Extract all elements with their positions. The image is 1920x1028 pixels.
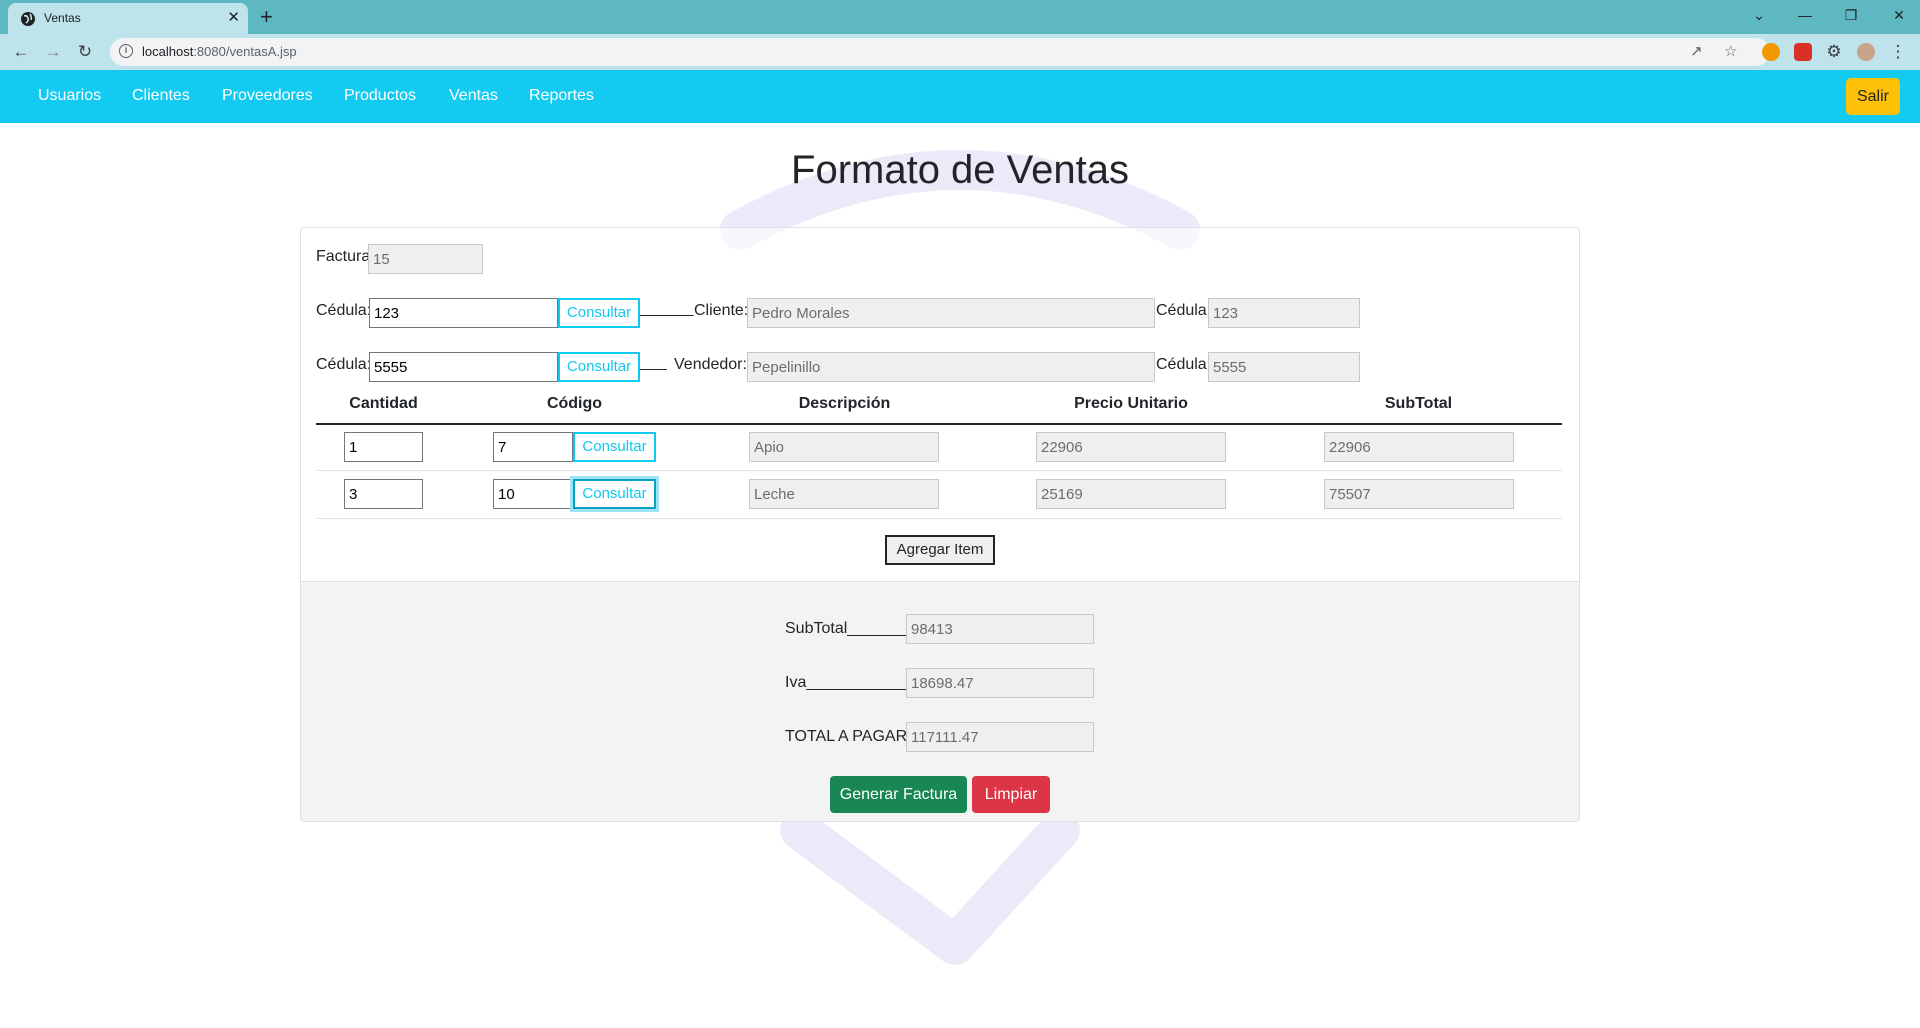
row1-precio-field [1036,432,1226,462]
generar-factura-button[interactable]: Generar Factura [830,776,967,813]
row1-codigo-input[interactable] [493,432,573,462]
share-icon[interactable]: ↗ [1690,42,1703,60]
iva-label: Iva____________: [785,674,918,691]
vendedor-separator: ___ [640,354,667,371]
subtotal-field [906,614,1094,644]
row2-subtotal-field [1324,479,1514,509]
close-window-icon[interactable]: ✕ [1884,4,1914,26]
row1-descripcion-field [749,432,939,462]
extensions-icon[interactable]: ⚙ [1822,40,1846,64]
row1-consultar-button[interactable]: Consultar [573,432,656,462]
info-icon[interactable]: i [119,44,133,58]
header-cantidad: Cantidad [349,395,418,412]
main-navbar: Usuarios Clientes Proveedores Productos … [0,70,1920,123]
vendedor-cedula2-label: Cédula: [1156,356,1212,373]
menu-icon[interactable]: ⋮ [1886,40,1910,64]
total-label: TOTAL A PAGAR: [785,728,912,745]
header-codigo: Código [546,395,603,412]
shield-icon[interactable] [1794,43,1812,61]
back-icon[interactable]: ← [9,40,33,64]
row2-descripcion-field [749,479,939,509]
nav-item-ventas[interactable]: Ventas [449,87,498,105]
close-tab-icon[interactable]: ✕ [227,8,240,26]
cliente-cedula-label: Cédula: [316,302,372,319]
browser-toolbar: ← → ↻ i localhost:8080/ventasA.jsp ↗ ☆ ⚙… [0,34,1920,70]
globe-icon [21,12,35,26]
row2-consultar-button[interactable]: Consultar [573,479,656,509]
reload-icon[interactable]: ↻ [73,40,97,64]
vendedor-cedula-input[interactable] [369,352,558,382]
factura-field [368,244,483,274]
star-icon[interactable]: ☆ [1724,42,1737,60]
nav-item-proveedores[interactable]: Proveedores [222,87,313,105]
vendedor-nombre-field [747,352,1155,382]
cliente-nombre-field [747,298,1155,328]
nav-item-usuarios[interactable]: Usuarios [38,87,101,105]
nav-item-clientes[interactable]: Clientes [132,87,190,105]
address-bar[interactable]: i localhost:8080/ventasA.jsp ↗ ☆ [110,38,1770,66]
consultar-cliente-button[interactable]: Consultar [558,298,640,328]
browser-tab[interactable]: Ventas ✕ [8,3,248,34]
header-descripcion: Descripción [798,395,891,412]
row-divider [316,518,1562,519]
cliente-separator: ______ [640,300,694,317]
cliente-cedula2-field [1208,298,1360,328]
total-field [906,722,1094,752]
agregar-item-button[interactable]: Agregar Item [885,535,995,565]
browser-tab-bar: Ventas ✕ + ⌄ — ❐ ✕ [0,0,1920,34]
row1-subtotal-field [1324,432,1514,462]
salir-button[interactable]: Salir [1846,78,1900,115]
header-subtotal: SubTotal [1384,395,1453,412]
row1-cantidad-input[interactable] [344,432,423,462]
cliente-cedula2-label: Cédula: [1156,302,1212,319]
subtotal-label: SubTotal_______: [785,620,914,637]
factura-label: Factura [316,248,371,265]
profile-avatar[interactable] [1857,43,1875,61]
vendedor-cedula2-field [1208,352,1360,382]
forward-icon[interactable]: → [41,40,65,64]
url-text[interactable]: localhost:8080/ventasA.jsp [142,44,297,59]
limpiar-button[interactable]: Limpiar [972,776,1050,813]
row2-precio-field [1036,479,1226,509]
tab-title: Ventas [44,11,81,25]
restore-icon[interactable]: ❐ [1836,4,1866,26]
page-title: Formato de Ventas [791,148,1129,192]
row-divider [316,470,1562,471]
nav-item-reportes[interactable]: Reportes [529,87,594,105]
row2-codigo-input[interactable] [493,479,573,509]
vendedor-cedula-label: Cédula: [316,356,372,373]
extension-icon[interactable] [1762,43,1780,61]
iva-field [906,668,1094,698]
cliente-label: Cliente: [694,302,749,319]
vendedor-label: Vendedor: [674,356,747,373]
new-tab-icon[interactable]: + [260,3,273,31]
cliente-cedula-input[interactable] [369,298,558,328]
row2-cantidad-input[interactable] [344,479,423,509]
consultar-vendedor-button[interactable]: Consultar [558,352,640,382]
minimize-icon[interactable]: — [1790,4,1820,26]
tab-search-icon[interactable]: ⌄ [1744,4,1774,26]
table-header-divider [316,423,1562,425]
header-precio-unitario: Precio Unitario [1074,395,1188,412]
nav-item-productos[interactable]: Productos [344,87,416,105]
